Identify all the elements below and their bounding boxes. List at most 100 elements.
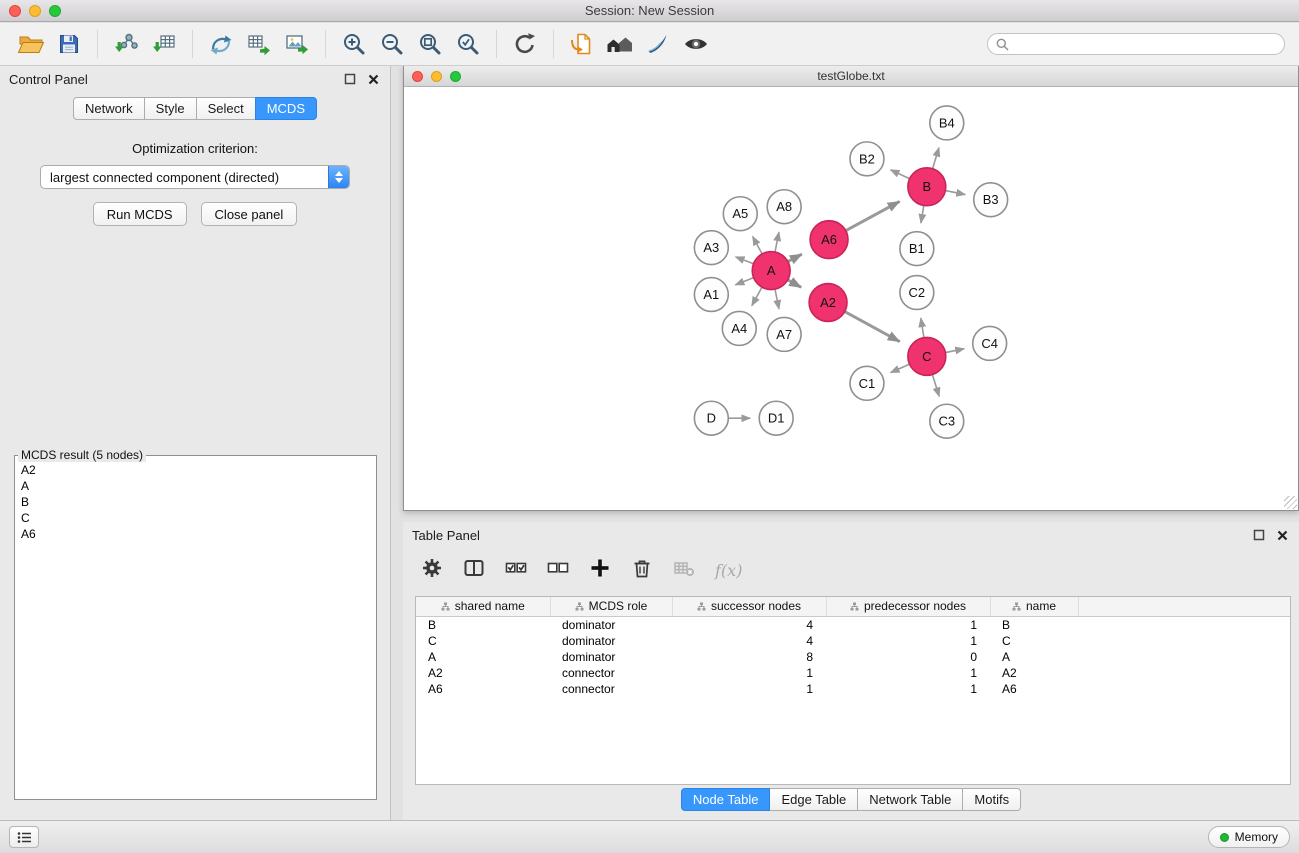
table-row[interactable]: Adominator80A (416, 649, 1290, 665)
table-cell[interactable]: C (990, 633, 1078, 649)
graph-edge-C-C1[interactable] (891, 364, 910, 372)
graph-edge-C-C3[interactable] (932, 375, 939, 397)
table-cell[interactable]: dominator (550, 633, 672, 649)
function-builder-button[interactable]: f(x) (715, 561, 742, 580)
export-network-button[interactable] (203, 26, 239, 62)
graph-edge-B-B1[interactable] (921, 206, 924, 223)
graph-edge-A-A8[interactable] (775, 232, 779, 252)
graph-node-A4[interactable]: A4 (722, 311, 756, 345)
table-cell[interactable]: B (416, 616, 550, 633)
table-cell[interactable]: 1 (826, 681, 990, 697)
table-row[interactable]: Bdominator41B (416, 616, 1290, 633)
minimize-window-button[interactable] (29, 5, 41, 17)
show-columns-button[interactable] (463, 557, 485, 584)
tab-edge-table[interactable]: Edge Table (769, 788, 858, 811)
graph-node-D1[interactable]: D1 (759, 401, 793, 435)
zoom-fit-button[interactable] (412, 26, 448, 62)
export-table-button[interactable] (241, 26, 277, 62)
graph-edge-A-A3[interactable] (736, 257, 754, 264)
graph-edge-A-A4[interactable] (752, 287, 762, 306)
unselect-all-button[interactable] (547, 557, 569, 584)
import-network-button[interactable] (108, 26, 144, 62)
open-recent-button[interactable] (564, 26, 600, 62)
save-session-button[interactable] (51, 26, 87, 62)
highlight-button[interactable] (640, 26, 676, 62)
show-graphics-details-button[interactable] (678, 26, 714, 62)
table-cell[interactable]: dominator (550, 616, 672, 633)
delete-table-button[interactable] (673, 557, 695, 584)
apply-layout-button[interactable] (507, 26, 543, 62)
graph-node-B4[interactable]: B4 (930, 106, 964, 140)
graph-edge-A-A2[interactable] (788, 280, 801, 287)
graph-node-A3[interactable]: A3 (694, 231, 728, 265)
graph-edge-A2-C[interactable] (845, 312, 900, 342)
graph-node-B[interactable]: B (908, 168, 946, 206)
graph-node-C[interactable]: C (908, 337, 946, 375)
graph-node-B3[interactable]: B3 (974, 183, 1008, 217)
zoom-in-button[interactable] (336, 26, 372, 62)
graph-edge-A-A5[interactable] (753, 236, 762, 253)
graph-node-B2[interactable]: B2 (850, 142, 884, 176)
table-cell[interactable]: B (990, 616, 1078, 633)
tab-mcds[interactable]: MCDS (255, 97, 317, 120)
network-canvas[interactable]: B4B2BB3A5A8A6B1A3AC2A1A2A4A7CC4C1C3DD1 (404, 87, 1298, 510)
zoom-selected-button[interactable] (450, 26, 486, 62)
graph-edge-B-B4[interactable] (933, 148, 939, 169)
table-cell[interactable]: 8 (672, 649, 826, 665)
import-table-button[interactable] (146, 26, 182, 62)
table-cell[interactable]: 1 (826, 665, 990, 681)
table-cell[interactable]: 1 (672, 665, 826, 681)
graph-node-A2[interactable]: A2 (809, 284, 847, 322)
graph-edge-B-B3[interactable] (945, 191, 965, 195)
column-header[interactable]: name (990, 597, 1078, 616)
tab-select[interactable]: Select (196, 97, 256, 120)
close-panel-button-text[interactable]: Close panel (201, 202, 298, 226)
add-row-button[interactable] (589, 557, 611, 584)
export-image-button[interactable] (279, 26, 315, 62)
table-cell[interactable]: A (416, 649, 550, 665)
table-cell[interactable]: connector (550, 665, 672, 681)
table-cell[interactable]: 1 (826, 616, 990, 633)
minimize-network-window-button[interactable] (431, 71, 442, 82)
column-header[interactable]: shared name (416, 597, 550, 616)
table-cell[interactable]: 1 (826, 633, 990, 649)
table-cell[interactable]: A (990, 649, 1078, 665)
zoom-window-button[interactable] (49, 5, 61, 17)
column-header[interactable]: MCDS role (550, 597, 672, 616)
graph-node-C1[interactable]: C1 (850, 366, 884, 400)
close-window-button[interactable] (9, 5, 21, 17)
mcds-result-item[interactable]: A (16, 478, 375, 494)
table-cell[interactable]: dominator (550, 649, 672, 665)
window-resize-handle[interactable] (1284, 496, 1297, 509)
table-cell[interactable]: A6 (416, 681, 550, 697)
zoom-out-button[interactable] (374, 26, 410, 62)
graph-node-A7[interactable]: A7 (767, 317, 801, 351)
table-cell[interactable]: 4 (672, 616, 826, 633)
table-cell[interactable]: A2 (990, 665, 1078, 681)
tab-network[interactable]: Network (73, 97, 145, 120)
mcds-result-item[interactable]: B (16, 494, 375, 510)
select-all-button[interactable] (505, 557, 527, 584)
task-history-button[interactable] (9, 826, 39, 848)
column-header[interactable]: predecessor nodes (826, 597, 990, 616)
memory-button[interactable]: Memory (1208, 826, 1290, 848)
graph-node-A1[interactable]: A1 (694, 278, 728, 312)
graph-node-D[interactable]: D (694, 401, 728, 435)
table-cell[interactable]: 1 (672, 681, 826, 697)
tab-motifs[interactable]: Motifs (962, 788, 1021, 811)
table-cell[interactable]: A2 (416, 665, 550, 681)
close-panel-button[interactable] (365, 71, 381, 87)
graph-edge-A-A6[interactable] (788, 254, 802, 261)
table-settings-button[interactable] (421, 557, 443, 584)
graph-node-C2[interactable]: C2 (900, 276, 934, 310)
column-header[interactable]: successor nodes (672, 597, 826, 616)
criterion-dropdown[interactable]: largest connected component (directed) (40, 165, 350, 189)
search-input[interactable] (1014, 37, 1276, 51)
graph-node-A5[interactable]: A5 (723, 197, 757, 231)
table-cell[interactable]: 0 (826, 649, 990, 665)
table-cell[interactable]: A6 (990, 681, 1078, 697)
run-mcds-button[interactable]: Run MCDS (93, 202, 187, 226)
tab-node-table[interactable]: Node Table (681, 788, 771, 811)
table-row[interactable]: Cdominator41C (416, 633, 1290, 649)
float-panel-button[interactable] (342, 71, 358, 87)
